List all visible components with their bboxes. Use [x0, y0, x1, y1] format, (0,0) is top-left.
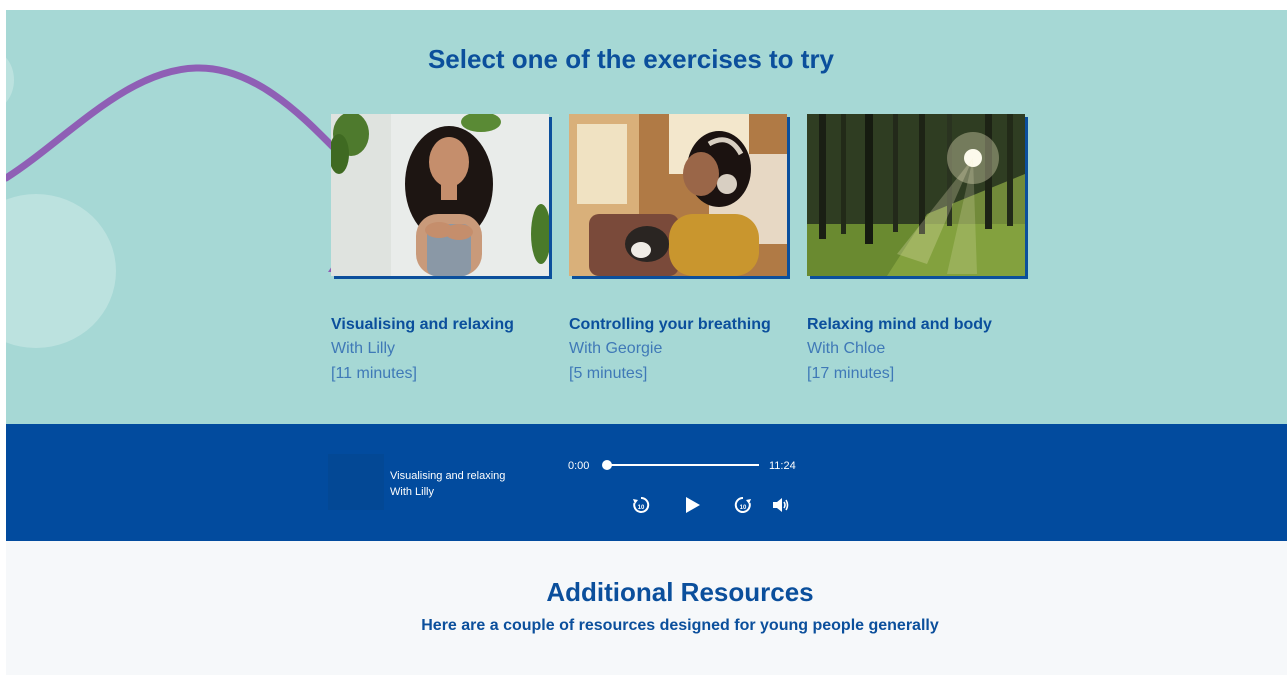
- progress-handle[interactable]: [602, 460, 612, 470]
- exercise-image-lilly[interactable]: [331, 114, 549, 276]
- exercise-card-visualising[interactable]: Visualising and relaxing With Lilly [11 …: [331, 114, 553, 382]
- forward-10-icon: 10: [734, 496, 751, 513]
- exercise-title[interactable]: Controlling your breathing: [569, 316, 771, 334]
- exercise-card-mind-body[interactable]: Relaxing mind and body With Chloe [17 mi…: [807, 114, 1029, 382]
- progress-slider[interactable]: [606, 464, 759, 466]
- audio-player: Visualising and relaxing With Lilly 0:00…: [6, 424, 1287, 541]
- exercise-instructor: With Lilly: [331, 340, 396, 357]
- resources-subheading: Here are a couple of resources designed …: [421, 617, 939, 634]
- svg-text:10: 10: [638, 505, 645, 511]
- additional-resources-section: Additional Resources Here are a couple o…: [6, 541, 1287, 675]
- total-time: 11:24: [769, 460, 796, 472]
- exercise-title[interactable]: Visualising and relaxing: [331, 316, 514, 334]
- exercise-image-georgie[interactable]: [569, 114, 787, 276]
- exercise-duration: [17 minutes]: [807, 365, 895, 382]
- play-icon: [686, 497, 700, 513]
- exercise-duration: [11 minutes]: [331, 365, 417, 382]
- exercise-title[interactable]: Relaxing mind and body: [807, 316, 992, 334]
- rewind-10-icon: 10: [633, 496, 650, 513]
- exercise-duration: [5 minutes]: [569, 365, 648, 382]
- play-button[interactable]: [681, 494, 703, 516]
- track-title: Visualising and relaxing: [390, 470, 506, 482]
- exercise-card-breathing[interactable]: Controlling your breathing With Georgie …: [569, 114, 791, 382]
- exercises-heading: Select one of the exercises to try: [427, 44, 835, 74]
- volume-button[interactable]: [770, 494, 792, 516]
- exercise-instructor: With Chloe: [807, 340, 886, 357]
- current-time: 0:00: [568, 460, 590, 472]
- forward-10-button[interactable]: 10: [732, 494, 754, 516]
- volume-icon: [773, 498, 789, 512]
- svg-text:10: 10: [740, 505, 747, 511]
- exercise-instructor: With Georgie: [569, 340, 663, 357]
- exercises-section: Select one of the exercises to try Visua…: [6, 10, 1287, 424]
- track-artwork: [328, 454, 384, 510]
- track-artist: With Lilly: [390, 486, 435, 498]
- exercise-image-chloe[interactable]: [807, 114, 1025, 276]
- rewind-10-button[interactable]: 10: [630, 494, 652, 516]
- resources-heading: Additional Resources: [546, 577, 814, 607]
- page: Select one of the exercises to try Visua…: [6, 10, 1287, 675]
